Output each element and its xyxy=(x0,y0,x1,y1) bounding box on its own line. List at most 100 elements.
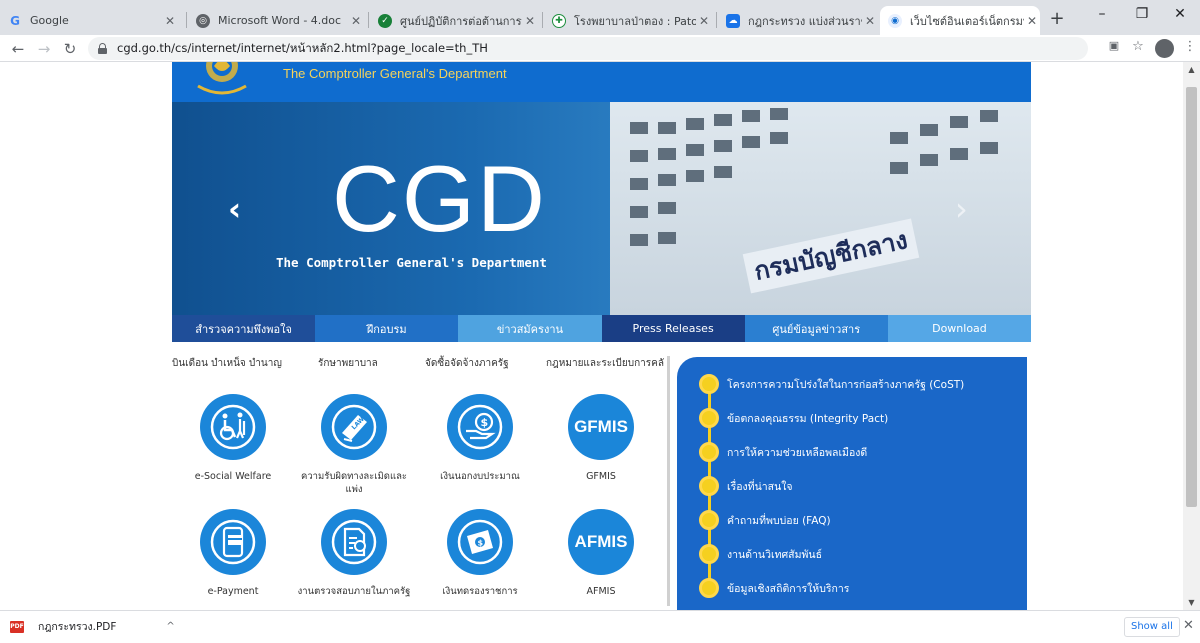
close-window-button[interactable]: ✕ xyxy=(1160,6,1200,22)
new-tab-button[interactable]: + xyxy=(1045,8,1069,32)
service-label: e-Social Welfare xyxy=(194,471,272,482)
bullet-icon xyxy=(699,476,719,496)
minimize-button[interactable]: – xyxy=(1082,6,1122,22)
tab-word[interactable]: ◎ Microsoft Word - 4.doc ✕ xyxy=(188,6,364,35)
nav-satisfaction-survey[interactable]: สำรวจความพึงพอใจ xyxy=(172,315,316,342)
browser-toolbar: ← → ↻ cgd.go.th/cs/internet/internet/หน้… xyxy=(0,35,1200,62)
link-integrity-pact[interactable]: ข้อตกลงคุณธรรม (Integrity Pact) xyxy=(699,408,888,428)
cgd-seal-logo[interactable] xyxy=(192,62,252,98)
close-icon[interactable]: ✕ xyxy=(522,14,538,28)
chevron-up-icon[interactable]: ^ xyxy=(166,621,174,632)
reload-button[interactable]: ↻ xyxy=(60,39,80,59)
nav-job-news[interactable]: ข่าวสมัครงาน xyxy=(458,315,602,342)
hero-banner[interactable]: ‹ › CGD The Comptroller General's Depart… xyxy=(172,102,1031,315)
tab-patong-hospital[interactable]: ✚ โรงพยาบาลป่าตอง : Patong Hosp ✕ xyxy=(544,6,712,35)
link-text: งานด้านวิเทศสัมพันธ์ xyxy=(727,548,823,561)
tab-strip: G Google ✕ ◎ Microsoft Word - 4.doc ✕ ✓ … xyxy=(0,0,1200,35)
nav-training[interactable]: ฝึกอบรม xyxy=(315,315,459,342)
gfmis-icon-text: GFMIS xyxy=(574,417,628,436)
link-foreign-relations[interactable]: งานด้านวิเทศสัมพันธ์ xyxy=(699,544,822,564)
category-row: บินเดือน บำเหน็จ บำนาญ รักษาพยาบาล จัดซื… xyxy=(172,356,667,372)
category-divider xyxy=(667,356,670,606)
cash-icon: $ xyxy=(457,519,503,565)
link-text: คำถามที่พบบ่อย (FAQ) xyxy=(727,514,831,527)
service-e-social-welfare[interactable]: e-Social Welfare xyxy=(173,394,293,483)
bullet-icon xyxy=(699,408,719,428)
banner-next-arrow[interactable]: › xyxy=(955,190,968,228)
category-pension[interactable]: บินเดือน บำเหน็จ บำนาญ xyxy=(172,356,282,371)
bullet-icon xyxy=(699,442,719,462)
law-book-icon: LAW xyxy=(321,394,387,460)
service-label: e-Payment xyxy=(207,586,259,597)
translate-icon[interactable]: ▣ xyxy=(1104,39,1124,52)
banner-tagline: The Comptroller General's Department xyxy=(276,255,547,270)
globe-icon: ◎ xyxy=(196,13,210,28)
show-all-button[interactable]: Show all xyxy=(1124,617,1180,637)
site-header: The Comptroller General's Department xyxy=(172,62,1031,102)
tab-anti-corruption[interactable]: ✓ ศูนย์ปฏิบัติการต่อต้านการทุจริต กระ ✕ xyxy=(370,6,538,35)
link-cost-project[interactable]: โครงการความโปร่งใสในการก่อสร้างภาครัฐ (C… xyxy=(699,374,964,394)
download-item[interactable]: PDF กฎกระทรวง.PDF ^ xyxy=(10,618,175,635)
service-internal-audit[interactable]: งานตรวจสอบภายในภาครัฐ xyxy=(294,509,414,598)
service-label: เงินนอกงบประมาณ xyxy=(440,471,520,482)
bullet-icon xyxy=(699,510,719,530)
scroll-down-arrow[interactable]: ▼ xyxy=(1183,595,1200,610)
nav-press-releases[interactable]: Press Releases xyxy=(601,315,745,342)
banner-prev-arrow[interactable]: ‹ xyxy=(228,190,241,228)
service-gfmis[interactable]: GFMIS GFMIS xyxy=(541,394,661,483)
close-icon[interactable]: ✕ xyxy=(862,14,878,28)
close-icon[interactable]: ✕ xyxy=(696,14,712,28)
link-text: การให้ความช่วยเหลือพลเมืองดี xyxy=(727,446,868,459)
close-icon[interactable]: ✕ xyxy=(162,14,178,28)
lock-icon[interactable] xyxy=(98,43,107,54)
page-viewport: The Comptroller General's Department ‹ ›… xyxy=(0,62,1200,610)
quick-links-panel: โครงการความโปร่งใสในการก่อสร้างภาครัฐ (C… xyxy=(677,357,1027,610)
address-bar[interactable]: cgd.go.th/cs/internet/internet/หน้าหลัก2… xyxy=(88,37,1088,60)
close-icon[interactable]: ✕ xyxy=(348,14,364,28)
tab-google[interactable]: G Google ✕ xyxy=(0,6,178,35)
link-text: ข้อตกลงคุณธรรม (Integrity Pact) xyxy=(727,412,889,425)
pdf-file-icon: PDF xyxy=(10,620,24,633)
profile-avatar[interactable] xyxy=(1155,39,1174,58)
scroll-thumb[interactable] xyxy=(1186,87,1197,507)
link-service-statistics[interactable]: ข้อมูลเชิงสถิติการให้บริการ xyxy=(699,578,849,598)
tab-title: เว็บไซต์อินเตอร์เน็ตกรมบัญชีกลาง xyxy=(910,14,1024,28)
back-button[interactable]: ← xyxy=(8,39,28,59)
scroll-up-arrow[interactable]: ▲ xyxy=(1183,62,1200,77)
hospital-icon: ✚ xyxy=(552,13,566,28)
menu-icon[interactable]: ⋮ xyxy=(1180,39,1200,54)
maximize-button[interactable]: ❐ xyxy=(1122,6,1162,22)
close-download-bar-icon[interactable]: ✕ xyxy=(1183,618,1194,633)
category-law[interactable]: กฎหมายและระเบียบการคลั xyxy=(546,356,664,371)
link-good-citizen-help[interactable]: การให้ความช่วยเหลือพลเมืองดี xyxy=(699,442,867,462)
service-label: เงินทดรองราชการ xyxy=(442,586,518,597)
close-icon[interactable]: ✕ xyxy=(1024,14,1040,28)
service-e-payment[interactable]: e-Payment xyxy=(173,509,293,598)
service-afmis[interactable]: AFMIS AFMIS xyxy=(541,509,661,598)
link-faq[interactable]: คำถามที่พบบ่อย (FAQ) xyxy=(699,510,831,530)
tab-title: โรงพยาบาลป่าตอง : Patong Hosp xyxy=(574,14,696,28)
bullet-icon xyxy=(699,544,719,564)
tab-ministerial-regulation[interactable]: ☁ กฎกระทรวง แบ่งส่วนราชการสำนัก ✕ xyxy=(718,6,878,35)
cash-icon: $ xyxy=(447,509,513,575)
svg-text:$: $ xyxy=(478,539,484,548)
forward-button[interactable]: → xyxy=(34,39,54,59)
tab-divider xyxy=(542,12,543,28)
page-scrollbar[interactable]: ▲ ▼ xyxy=(1183,62,1200,610)
service-non-budget-money[interactable]: $ เงินนอกงบประมาณ xyxy=(420,394,540,483)
wheelchair-icon xyxy=(200,394,266,460)
category-medical[interactable]: รักษาพยาบาล xyxy=(318,356,378,371)
cloud-icon: ☁ xyxy=(726,13,740,28)
bookmark-star-icon[interactable]: ☆ xyxy=(1128,39,1148,54)
nav-download[interactable]: Download xyxy=(887,315,1032,342)
tab-cgd-website[interactable]: ◉ เว็บไซต์อินเตอร์เน็ตกรมบัญชีกลาง ✕ xyxy=(880,6,1040,35)
nav-information-center[interactable]: ศูนย์ข้อมูลข่าวสาร xyxy=(744,315,888,342)
category-procurement[interactable]: จัดซื้อจัดจ้างภาครัฐ xyxy=(425,356,509,371)
service-advance-funds[interactable]: $ เงินทดรองราชการ xyxy=(420,509,540,598)
download-bar: PDF กฎกระทรวง.PDF ^ Show all ✕ xyxy=(0,610,1200,643)
link-interesting-topics[interactable]: เรื่องที่น่าสนใจ xyxy=(699,476,793,496)
svg-text:$: $ xyxy=(481,416,489,429)
service-tort-liability[interactable]: LAW ความรับผิดทางละเมิดและแพ่ง xyxy=(294,394,414,496)
law-book-icon: LAW xyxy=(331,404,377,450)
site-name: The Comptroller General's Department xyxy=(283,66,507,81)
